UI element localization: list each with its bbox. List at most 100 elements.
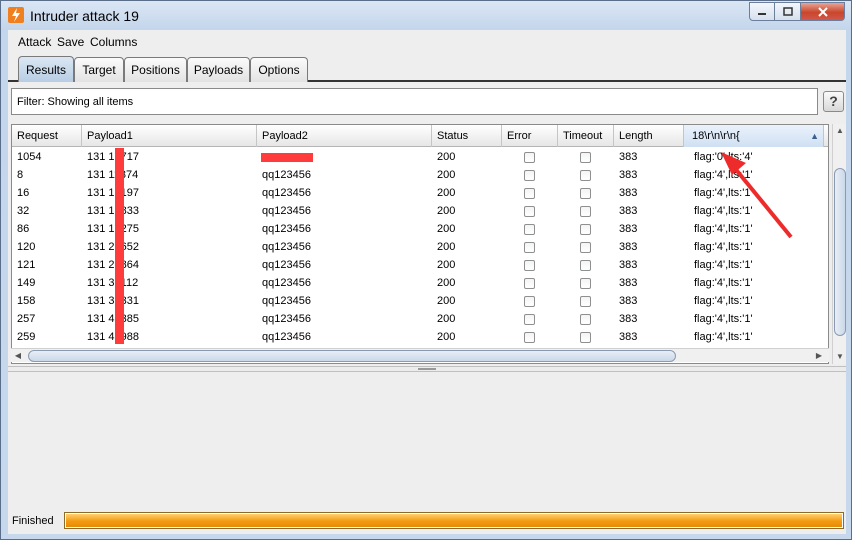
error-checkbox[interactable] [524,206,535,217]
error-checkbox[interactable] [524,314,535,325]
cell-status: 200 [437,277,456,289]
error-checkbox[interactable] [524,188,535,199]
scroll-right-icon[interactable]: ▶ [812,349,826,363]
cell-length: 383 [619,187,638,199]
cell-length: 383 [619,295,638,307]
table-row[interactable]: 86 131 19275 qq123456 200 383 flag:'4',lts:'1… [12,220,828,238]
table-row[interactable]: 149 131 32112 qq123456 200 383 flag:'4',lts:'… [12,274,828,292]
cell-payload1: 131 49988 [87,331,139,343]
table-row[interactable]: 1054 131 17717 200 383 flag:'0',lts:'4' [12,148,828,166]
tab-positions[interactable]: Positions [124,57,187,82]
cell-payload1: 131 19275 [87,223,139,235]
tab-target[interactable]: Target [74,57,124,82]
timeout-checkbox[interactable] [580,188,591,199]
error-checkbox[interactable] [524,152,535,163]
column-header-error[interactable]: Error [502,125,558,147]
error-checkbox[interactable] [524,260,535,271]
menu-save[interactable]: Save [57,35,84,49]
column-header-status[interactable]: Status [432,125,502,147]
cell-status: 200 [437,241,456,253]
timeout-checkbox[interactable] [580,242,591,253]
timeout-checkbox[interactable] [580,170,591,181]
cell-grep: flag:'4',lts:'1' [694,313,753,325]
cell-payload2: qq123456 [262,313,311,325]
cell-status: 200 [437,313,456,325]
cell-payload2: qq123456 [262,241,311,253]
vertical-scroll-thumb[interactable] [834,168,846,336]
cell-request: 259 [17,331,36,343]
timeout-checkbox[interactable] [580,152,591,163]
table-row[interactable]: 259 131 49988 qq123456 200 383 flag:'4',lts:'… [12,328,828,346]
column-header-grep[interactable]: 18\r\n\r\n{ ▲ [684,125,824,147]
filter-bar[interactable]: Filter: Showing all items [11,88,818,115]
timeout-checkbox[interactable] [580,332,591,343]
cell-request: 32 [17,205,30,217]
cell-request: 16 [17,187,30,199]
scroll-down-icon[interactable]: ▼ [833,350,847,364]
cell-payload1: 131 12197 [87,187,139,199]
timeout-checkbox[interactable] [580,260,591,271]
title-bar[interactable]: Intruder attack 19 [1,1,851,29]
vertical-scrollbar[interactable]: ▲ ▼ [832,124,846,364]
horizontal-scroll-thumb[interactable] [28,350,676,362]
sort-ascending-icon: ▲ [810,131,819,141]
tab-results[interactable]: Results [18,56,74,82]
table-row[interactable]: 8 131 11874 qq123456 200 383 flag:'4',lts:'1' [12,166,828,184]
cell-status: 200 [437,259,456,271]
error-checkbox[interactable] [524,332,535,343]
cell-length: 383 [619,169,638,181]
timeout-checkbox[interactable] [580,224,591,235]
table-row[interactable]: 121 131 28864 qq123456 200 383 flag:'4',lts:'… [12,256,828,274]
menu-columns[interactable]: Columns [90,35,137,49]
cell-length: 383 [619,331,638,343]
error-checkbox[interactable] [524,242,535,253]
status-label: Finished [12,515,54,527]
table-row[interactable]: 16 131 12197 qq123456 200 383 flag:'4',lts:'1… [12,184,828,202]
error-checkbox[interactable] [524,224,535,235]
cell-length: 383 [619,313,638,325]
menu-bar: Attack Save Columns [8,30,846,52]
table-row[interactable]: 257 131 49385 qq123456 200 383 flag:'4',lts:'… [12,310,828,328]
cell-status: 200 [437,187,456,199]
cell-payload1: 131 28652 [87,241,139,253]
error-checkbox[interactable] [524,170,535,181]
splitter-grip-icon[interactable] [418,368,436,370]
cell-payload1: 131 28864 [87,259,139,271]
help-button[interactable]: ? [823,91,844,112]
timeout-checkbox[interactable] [580,206,591,217]
cell-request: 149 [17,277,36,289]
window-title: Intruder attack 19 [30,8,139,24]
column-header-payload1[interactable]: Payload1 [82,125,257,147]
column-header-length[interactable]: Length [614,125,684,147]
column-header-timeout[interactable]: Timeout [558,125,614,147]
tab-options[interactable]: Options [250,57,308,82]
scroll-up-icon[interactable]: ▲ [833,124,847,138]
cell-grep: flag:'4',lts:'1' [694,241,753,253]
menu-attack[interactable]: Attack [18,35,51,49]
minimize-icon[interactable] [749,2,775,21]
table-row[interactable]: 120 131 28652 qq123456 200 383 flag:'4',lts:'… [12,238,828,256]
cell-status: 200 [437,223,456,235]
burp-intruder-icon [8,7,24,23]
tab-payloads[interactable]: Payloads [187,57,250,82]
cell-payload1: 131 17717 [87,151,139,163]
timeout-checkbox[interactable] [580,296,591,307]
cell-status: 200 [437,205,456,217]
cell-grep: flag:'4',lts:'1' [694,187,753,199]
column-header-payload2[interactable]: Payload2 [257,125,432,147]
close-icon[interactable] [801,2,845,21]
window-controls [749,2,845,21]
error-checkbox[interactable] [524,296,535,307]
horizontal-scrollbar[interactable]: ◀ ▶ [11,348,829,362]
timeout-checkbox[interactable] [580,314,591,325]
column-header-grep-label: 18\r\n\r\n{ [692,130,740,142]
redaction-payload1 [115,148,124,344]
error-checkbox[interactable] [524,278,535,289]
maximize-icon[interactable] [775,2,801,21]
table-row[interactable]: 32 131 12833 qq123456 200 383 flag:'4',lts:'1… [12,202,828,220]
table-row[interactable]: 158 131 33331 qq123456 200 383 flag:'4',lts:'… [12,292,828,310]
scroll-left-icon[interactable]: ◀ [11,349,25,363]
column-header-request[interactable]: Request [12,125,82,147]
timeout-checkbox[interactable] [580,278,591,289]
cell-grep: flag:'4',lts:'1' [694,295,753,307]
